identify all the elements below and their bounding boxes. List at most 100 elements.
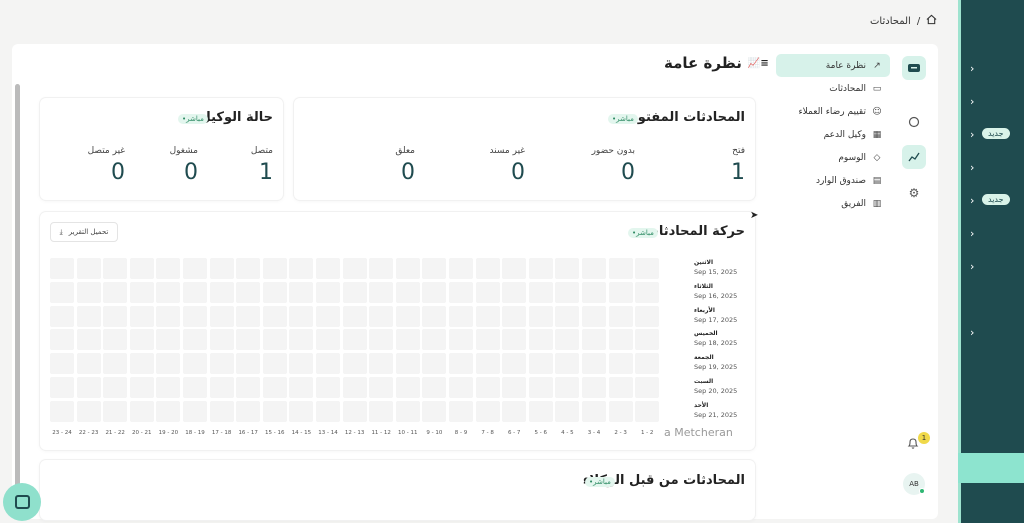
heatmap-cell[interactable]: [582, 353, 606, 375]
heatmap-cell[interactable]: [236, 258, 261, 279]
chevron-right-icon[interactable]: ›: [970, 95, 974, 108]
heatmap-cell[interactable]: [528, 258, 553, 279]
heatmap-cell[interactable]: [422, 281, 447, 303]
heatmap-cell[interactable]: [50, 305, 74, 327]
heatmap-cell[interactable]: [635, 258, 660, 279]
heatmap-cell[interactable]: [608, 353, 633, 375]
heatmap-cell[interactable]: [289, 305, 314, 327]
heatmap-cell[interactable]: [475, 353, 500, 375]
heatmap-cell[interactable]: [209, 329, 234, 351]
heatmap-cell[interactable]: [342, 353, 367, 375]
heatmap-cell[interactable]: [369, 377, 394, 398]
heatmap-cell[interactable]: [183, 305, 207, 327]
nav-item-labels[interactable]: الوسوم ◇: [776, 146, 890, 169]
heatmap-cell[interactable]: [289, 329, 314, 351]
heatmap-cell[interactable]: [608, 400, 633, 422]
download-report-button[interactable]: ⤓ تحميل التقرير: [50, 222, 118, 242]
chevron-right-icon[interactable]: ›: [970, 62, 974, 75]
heatmap-cell[interactable]: [582, 258, 606, 279]
heatmap-cell[interactable]: [555, 353, 580, 375]
heatmap-cell[interactable]: [528, 329, 553, 351]
heatmap-cell[interactable]: [608, 258, 633, 279]
heatmap-cell[interactable]: [342, 329, 367, 351]
heatmap-cell[interactable]: [422, 258, 447, 279]
heatmap-cell[interactable]: [236, 305, 261, 327]
heatmap-cell[interactable]: [183, 281, 207, 303]
heatmap-cell[interactable]: [449, 400, 473, 422]
heatmap-cell[interactable]: [502, 353, 527, 375]
heatmap-cell[interactable]: [369, 281, 394, 303]
heatmap-cell[interactable]: [555, 377, 580, 398]
heatmap-cell[interactable]: [183, 258, 207, 279]
heatmap-cell[interactable]: [156, 377, 181, 398]
heatmap-cell[interactable]: [342, 305, 367, 327]
heatmap-cell[interactable]: [475, 258, 500, 279]
heatmap-cell[interactable]: [156, 329, 181, 351]
nav-item-agent[interactable]: وكيل الدعم ▦: [776, 123, 890, 146]
nav-item-csat[interactable]: تقييم رضاء العملاء ☺: [776, 100, 890, 123]
heatmap-cell[interactable]: [395, 400, 420, 422]
heatmap-cell[interactable]: [316, 377, 340, 398]
heatmap-cell[interactable]: [449, 377, 473, 398]
heatmap-cell[interactable]: [582, 400, 606, 422]
heatmap-cell[interactable]: [50, 377, 74, 398]
heatmap-cell[interactable]: [369, 258, 394, 279]
heatmap-cell[interactable]: [395, 281, 420, 303]
heatmap-cell[interactable]: [76, 329, 101, 351]
heatmap-cell[interactable]: [209, 353, 234, 375]
heatmap-cell[interactable]: [209, 305, 234, 327]
heatmap-cell[interactable]: [449, 258, 473, 279]
heatmap-cell[interactable]: [50, 400, 74, 422]
heatmap-cell[interactable]: [316, 329, 340, 351]
chevron-right-icon[interactable]: ›: [970, 194, 974, 207]
heatmap-cell[interactable]: [103, 305, 128, 327]
heatmap-cell[interactable]: [528, 305, 553, 327]
heatmap-cell[interactable]: [582, 377, 606, 398]
heatmap-cell[interactable]: [76, 258, 101, 279]
heatmap-cell[interactable]: [502, 305, 527, 327]
heatmap-cell[interactable]: [262, 353, 287, 375]
heatmap-cell[interactable]: [289, 258, 314, 279]
heatmap-cell[interactable]: [262, 281, 287, 303]
heatmap-cell[interactable]: [103, 377, 128, 398]
heatmap-cell[interactable]: [422, 377, 447, 398]
heatmap-cell[interactable]: [608, 329, 633, 351]
heatmap-cell[interactable]: [236, 281, 261, 303]
heatmap-cell[interactable]: [316, 353, 340, 375]
settings-icon[interactable]: ⚙: [902, 181, 926, 205]
heatmap-cell[interactable]: [502, 258, 527, 279]
heatmap-cell[interactable]: [395, 329, 420, 351]
heatmap-cell[interactable]: [369, 400, 394, 422]
heatmap-cell[interactable]: [262, 305, 287, 327]
heatmap-cell[interactable]: [342, 281, 367, 303]
heatmap-cell[interactable]: [555, 305, 580, 327]
heatmap-cell[interactable]: [635, 329, 660, 351]
heatmap-cell[interactable]: [608, 281, 633, 303]
heatmap-cell[interactable]: [76, 377, 101, 398]
reports-icon[interactable]: [902, 145, 926, 169]
heatmap-cell[interactable]: [449, 305, 473, 327]
heatmap-cell[interactable]: [236, 329, 261, 351]
heatmap-cell[interactable]: [342, 258, 367, 279]
heatmap-cell[interactable]: [209, 281, 234, 303]
heatmap-cell[interactable]: [528, 377, 553, 398]
heatmap-cell[interactable]: [369, 353, 394, 375]
heatmap-cell[interactable]: [209, 258, 234, 279]
heatmap-cell[interactable]: [555, 329, 580, 351]
heatmap-cell[interactable]: [582, 329, 606, 351]
heatmap-cell[interactable]: [262, 329, 287, 351]
heatmap-cell[interactable]: [635, 281, 660, 303]
heatmap-cell[interactable]: [475, 329, 500, 351]
heatmap-cell[interactable]: [502, 400, 527, 422]
heatmap-cell[interactable]: [395, 305, 420, 327]
chevron-right-icon[interactable]: ›: [970, 326, 974, 339]
heatmap-cell[interactable]: [635, 353, 660, 375]
heatmap-cell[interactable]: [502, 377, 527, 398]
heatmap-cell[interactable]: [289, 281, 314, 303]
panel-highlight[interactable]: [958, 453, 1024, 483]
heatmap-cell[interactable]: [50, 329, 74, 351]
nav-item-inbox[interactable]: صندوق الوارد ▤: [776, 169, 890, 192]
heatmap-cell[interactable]: [528, 400, 553, 422]
heatmap-cell[interactable]: [103, 329, 128, 351]
chat-bubble-icon[interactable]: [902, 110, 926, 134]
